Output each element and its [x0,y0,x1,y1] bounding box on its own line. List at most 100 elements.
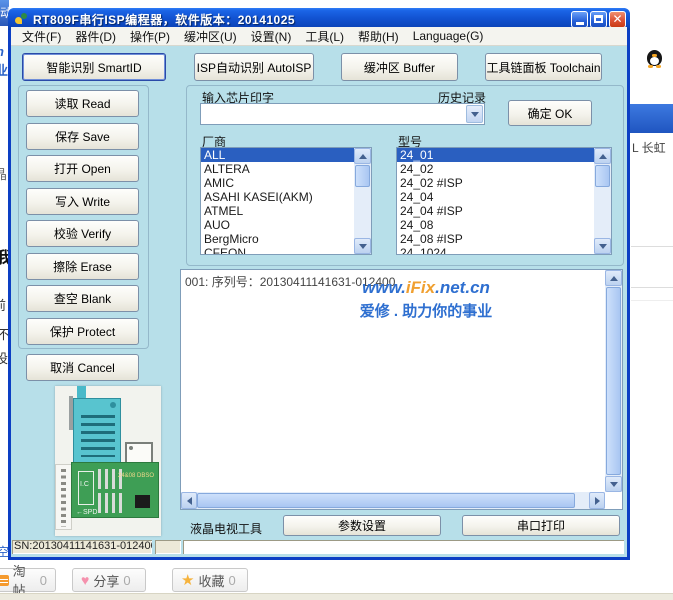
watermark-www: www. [362,278,406,297]
open-button[interactable]: 打开 Open [26,155,139,182]
status-field[interactable] [183,540,624,554]
scroll-down-button[interactable] [594,238,611,254]
read-button[interactable]: 读取 Read [26,90,139,117]
scroll-thumb[interactable] [606,287,621,475]
log-area[interactable]: 001: 序列号：20130411141631-012400 www.iFix.… [180,269,623,510]
favorite-label: 收藏 [198,573,225,589]
share-button[interactable]: ♥ 分享 0 [72,568,146,592]
programmer-window: RT809F串行ISP编程器，软件版本：20141025 ✕ 文件(F) 器件(… [8,8,630,560]
taotie-count: 0 [39,572,47,588]
param-settings-button[interactable]: 参数设置 [283,515,441,536]
arrow-down-icon [358,243,367,249]
model-item[interactable]: 24_1024 [397,246,594,254]
log-hscrollbar[interactable] [181,492,605,509]
scroll-down-button[interactable] [605,476,622,492]
vendor-item[interactable]: CFEON [201,246,354,254]
model-item[interactable]: 24_08 #ISP [397,232,594,246]
scroll-thumb[interactable] [197,493,575,508]
share-count: 0 [123,572,131,588]
model-scrollbar[interactable] [594,148,611,254]
model-item[interactable]: 24_08 [397,218,594,232]
chevron-down-icon [470,111,479,117]
favorite-button[interactable]: ★ 收藏 0 [172,568,248,592]
combo-dropdown-button[interactable] [466,105,483,123]
scroll-up-button[interactable] [605,270,622,286]
maximize-icon [594,15,603,23]
vendor-item[interactable]: ALL [201,148,354,162]
vendor-item[interactable]: BergMicro [201,232,354,246]
vendor-listbox[interactable]: ALL ALTERA AMIC ASAHI KASEI(AKM) ATMEL A… [200,147,372,255]
close-button[interactable]: ✕ [609,10,626,28]
green-pcb: I.C 24&08 DBSO ←SPD [71,462,159,518]
pcb-spd-label: ←SPD [76,509,98,516]
model-item[interactable]: 24_04 #ISP [397,204,594,218]
ok-button[interactable]: 确定 OK [508,100,592,126]
model-item[interactable]: 24_01 [397,148,594,162]
write-button[interactable]: 写入 Write [26,188,139,215]
save-button[interactable]: 保存 Save [26,123,139,150]
arrow-up-icon [598,153,607,159]
menu-help[interactable]: 帮助(H) [351,28,406,45]
model-item[interactable]: 24_04 [397,190,594,204]
taotie-button[interactable]: 淘帖 0 [0,564,56,598]
menu-bar: 文件(F) 器件(D) 操作(P) 缓冲区(U) 设置(N) 工具(L) 帮助(… [11,27,627,46]
folder-icon [0,574,9,586]
scroll-up-button[interactable] [594,148,611,164]
toolchain-button[interactable]: 工具链面板 Toolchain [485,53,602,81]
minimize-button[interactable] [571,10,588,28]
verify-button[interactable]: 校验 Verify [26,220,139,247]
menu-buffer[interactable]: 缓冲区(U) [177,28,244,45]
bg-bottom-strip [0,593,673,600]
minimize-icon [575,21,584,25]
vendor-item[interactable]: ALTERA [201,162,354,176]
menu-operation[interactable]: 操作(P) [123,28,177,45]
chip-combo[interactable] [200,103,485,125]
model-item[interactable]: 24_02 #ISP [397,176,594,190]
vendor-item[interactable]: AUO [201,218,354,232]
scroll-up-button[interactable] [354,148,371,164]
scroll-left-button[interactable] [181,492,197,509]
serial-print-button[interactable]: 串口打印 [462,515,620,536]
scroll-thumb[interactable] [355,165,370,187]
vendor-item[interactable]: AMIC [201,176,354,190]
vendor-scrollbar[interactable] [354,148,371,254]
vendor-item[interactable]: ASAHI KASEI(AKM) [201,190,354,204]
share-label: 分享 [93,573,120,589]
menu-file[interactable]: 文件(F) [15,28,68,45]
menu-device[interactable]: 器件(D) [68,28,123,45]
divider [631,246,673,247]
menu-settings[interactable]: 设置(N) [244,28,299,45]
blank-button[interactable]: 查空 Blank [26,285,139,312]
pcb-ic-label: I.C [80,481,89,488]
cancel-button[interactable]: 取消 Cancel [26,354,139,381]
buffer-button[interactable]: 缓冲区 Buffer [341,53,458,81]
menu-language[interactable]: Language(G) [406,29,491,43]
vendor-item[interactable]: ATMEL [201,204,354,218]
model-listbox[interactable]: 24_01 24_02 24_02 #ISP 24_04 24_04 #ISP … [396,147,612,255]
scroll-down-button[interactable] [354,238,371,254]
smart-id-button[interactable]: 智能识别 SmartID [22,53,166,81]
menu-tools[interactable]: 工具(L) [298,28,351,45]
adapter-photo: I.C 24&08 DBSO ←SPD [55,386,161,536]
erase-button[interactable]: 擦除 Erase [26,253,139,280]
bg-fragment: 前 [0,295,6,314]
log-vscrollbar[interactable] [605,270,622,492]
scroll-thumb[interactable] [595,165,610,187]
protect-button[interactable]: 保护 Protect [26,318,139,345]
status-sn: SN:20130411141631-012400 [12,540,152,554]
window-title: RT809F串行ISP编程器，软件版本：20141025 [33,12,296,27]
watermark-slogan: 爱修 . 助力你的事业 [359,303,493,320]
model-item[interactable]: 24_02 [397,162,594,176]
bg-fragment: n [0,44,4,59]
arrow-left-icon [186,496,192,505]
scroll-right-button[interactable] [589,492,605,509]
watermark: www.iFix.net.cn 爱修 . 助力你的事业 [276,278,576,321]
divider [631,287,673,288]
bg-fragment: 设 [0,351,9,366]
maximize-button[interactable] [590,10,607,28]
watermark-ifix: iFix [405,278,436,297]
app-icon [14,12,29,27]
favorite-count: 0 [228,572,236,588]
auto-isp-button[interactable]: ISP自动识别 AutoISP [194,53,314,81]
zif-socket [73,398,121,464]
